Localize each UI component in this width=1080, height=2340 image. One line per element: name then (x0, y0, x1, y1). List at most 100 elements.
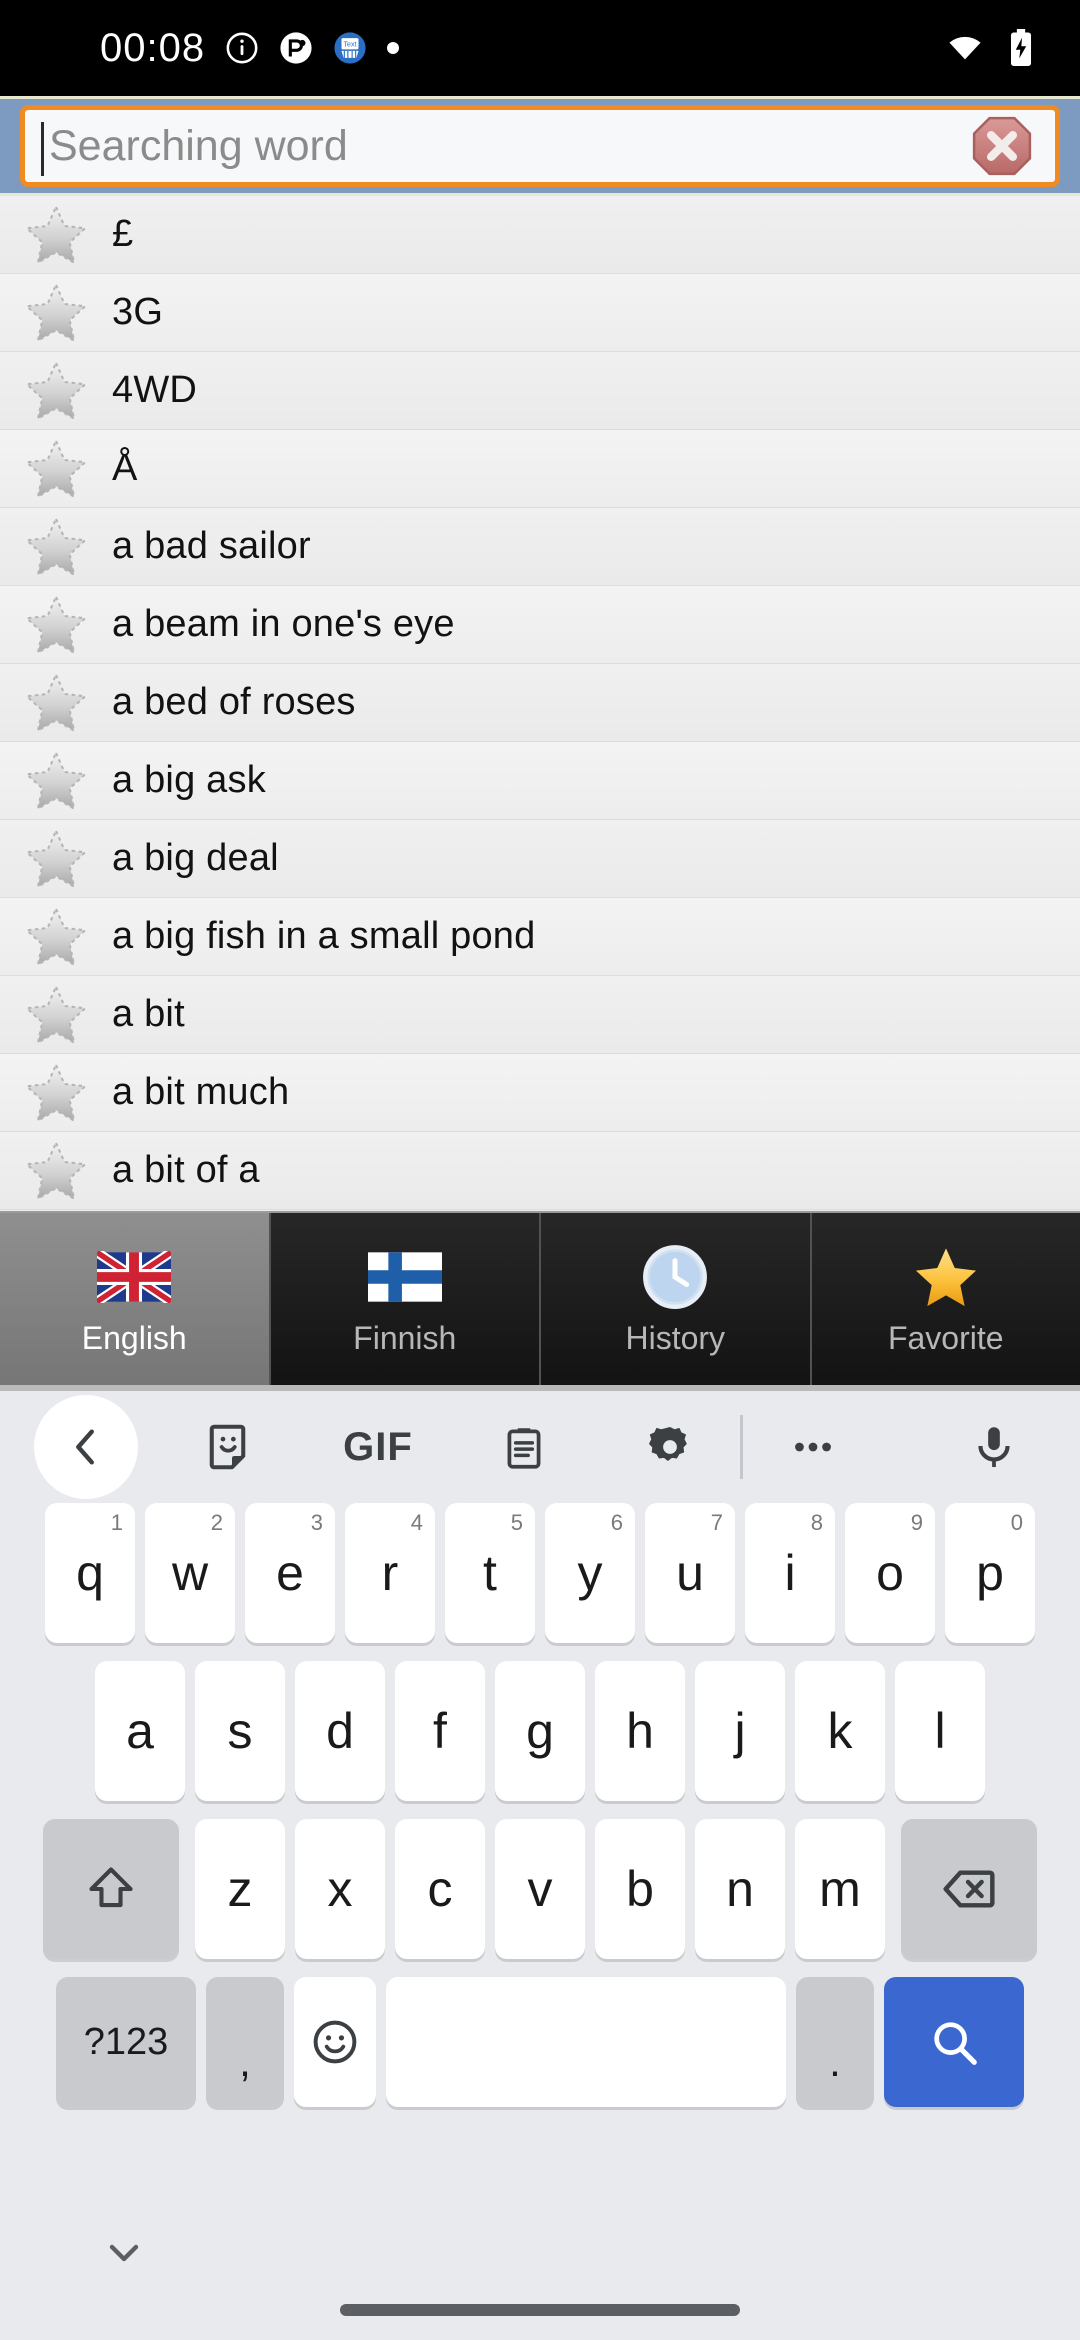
key-n[interactable]: n (695, 1819, 785, 1959)
key-c[interactable]: c (395, 1819, 485, 1959)
word-list-item[interactable]: a bit of a (0, 1132, 1080, 1210)
search-field-wrapper[interactable] (20, 105, 1060, 187)
star-outline-icon[interactable] (0, 278, 112, 348)
key-label: h (626, 1703, 654, 1759)
key-z[interactable]: z (195, 1819, 285, 1959)
tab-history[interactable]: History (541, 1213, 812, 1385)
word-list-item[interactable]: a big deal (0, 820, 1080, 898)
word-list-item[interactable]: 3G (0, 274, 1080, 352)
key-number-hint: 3 (310, 1510, 323, 1535)
keyboard-row-2[interactable]: asdfghjkl (0, 1661, 1080, 1819)
word-list-item-label: Å (112, 447, 138, 489)
key-k[interactable]: k (795, 1661, 885, 1801)
star-outline-icon[interactable] (0, 434, 112, 504)
star-outline-icon[interactable] (0, 590, 112, 660)
gear-icon[interactable] (618, 1395, 722, 1499)
back-chevron-icon[interactable] (34, 1395, 138, 1499)
key-t[interactable]: 5t (445, 1503, 535, 1643)
star-outline-icon[interactable] (0, 668, 112, 738)
sticker-icon[interactable] (180, 1395, 284, 1499)
keyboard-toolbar[interactable]: GIF (0, 1391, 1080, 1503)
word-list-item[interactable]: a big ask (0, 742, 1080, 820)
star-outline-icon[interactable] (0, 200, 112, 270)
key-r[interactable]: 4r (345, 1503, 435, 1643)
period-key[interactable]: . (796, 1977, 874, 2107)
search-magnifier-icon[interactable] (884, 1977, 1024, 2107)
key-i[interactable]: 8i (745, 1503, 835, 1643)
word-list-item[interactable]: 4WD (0, 352, 1080, 430)
star-outline-icon[interactable] (0, 902, 112, 972)
star-outline-icon[interactable] (0, 746, 112, 816)
keyboard-row-4[interactable]: ?123 , . (0, 1977, 1080, 2127)
tab-favorite[interactable]: Favorite (811, 1213, 1080, 1385)
emoji-smiley-icon[interactable] (294, 1977, 376, 2107)
key-y[interactable]: 6y (545, 1503, 635, 1643)
star-outline-icon[interactable] (0, 1136, 112, 1206)
word-list-item-label: 4WD (112, 369, 198, 411)
search-input[interactable] (25, 121, 1055, 171)
key-label: n (726, 1861, 754, 1917)
tab-finnish[interactable]: Finnish (270, 1213, 541, 1385)
more-horizontal-icon[interactable] (761, 1395, 865, 1499)
star-outline-icon[interactable] (0, 512, 112, 582)
key-o[interactable]: 9o (845, 1503, 935, 1643)
clear-octagon-icon[interactable] (971, 115, 1033, 177)
star-outline-icon[interactable] (0, 824, 112, 894)
word-list-item[interactable]: a beam in one's eye (0, 586, 1080, 664)
word-list-item[interactable]: a bed of roses (0, 664, 1080, 742)
star-gold-icon (909, 1242, 983, 1312)
word-list-item[interactable]: a bad sailor (0, 508, 1080, 586)
key-q[interactable]: 1q (45, 1503, 135, 1643)
key-j[interactable]: j (695, 1661, 785, 1801)
home-gesture-bar[interactable] (340, 2304, 740, 2316)
shift-arrow-icon[interactable] (43, 1819, 179, 1959)
symbols-key[interactable]: ?123 (56, 1977, 196, 2107)
status-clock: 00:08 (100, 25, 206, 70)
star-outline-icon[interactable] (0, 356, 112, 426)
star-outline-icon[interactable] (0, 980, 112, 1050)
key-f[interactable]: f (395, 1661, 485, 1801)
clock-icon (640, 1242, 710, 1312)
key-w[interactable]: 2w (145, 1503, 235, 1643)
backspace-icon[interactable] (901, 1819, 1037, 1959)
key-d[interactable]: d (295, 1661, 385, 1801)
key-g[interactable]: g (495, 1661, 585, 1801)
star-outline-icon[interactable] (0, 1058, 112, 1128)
key-p[interactable]: 0p (945, 1503, 1035, 1643)
key-m[interactable]: m (795, 1819, 885, 1959)
key-a[interactable]: a (95, 1661, 185, 1801)
word-list-item-label: 3G (112, 291, 164, 333)
word-list-item[interactable]: a bit much (0, 1054, 1080, 1132)
clipboard-icon[interactable] (472, 1395, 576, 1499)
svg-text:Text: Text (344, 41, 357, 49)
keyboard-nav-bar[interactable] (0, 2200, 1080, 2340)
key-u[interactable]: 7u (645, 1503, 735, 1643)
word-list-item[interactable]: £ (0, 196, 1080, 274)
keyboard-row-1[interactable]: 1q2w3e4r5t6y7u8i9o0p (0, 1503, 1080, 1661)
key-label: z (227, 1861, 253, 1917)
tab-english[interactable]: English (0, 1213, 271, 1385)
microphone-icon[interactable] (942, 1395, 1046, 1499)
key-x[interactable]: x (295, 1819, 385, 1959)
key-h[interactable]: h (595, 1661, 685, 1801)
key-e[interactable]: 3e (245, 1503, 335, 1643)
key-s[interactable]: s (195, 1661, 285, 1801)
key-v[interactable]: v (495, 1819, 585, 1959)
word-list-item[interactable]: a bit (0, 976, 1080, 1054)
language-tab-bar[interactable]: English Finnish History Favorite (0, 1211, 1080, 1385)
key-b[interactable]: b (595, 1819, 685, 1959)
comma-key[interactable]: , (206, 1977, 284, 2107)
chevron-down-icon[interactable] (100, 2228, 148, 2281)
word-list-item[interactable]: Å (0, 430, 1080, 508)
word-list[interactable]: £ 3G 4WD Å a bad sailor a beam in one's … (0, 196, 1080, 1211)
virtual-keyboard[interactable]: GIF 1 q 2 w 3 e 4 r 5 t 6 y 7 u 8 i 9 o … (0, 1391, 1080, 2340)
word-list-item[interactable]: a big fish in a small pond (0, 898, 1080, 976)
tab-label: English (81, 1319, 187, 1356)
key-label: p (976, 1545, 1004, 1601)
key-number-hint: 8 (810, 1510, 823, 1535)
gif-icon[interactable]: GIF (326, 1395, 430, 1499)
keyboard-row-3[interactable]: zxcvbnm (0, 1819, 1080, 1977)
space-key[interactable] (386, 1977, 786, 2107)
key-l[interactable]: l (895, 1661, 985, 1801)
key-label: s (227, 1703, 253, 1759)
